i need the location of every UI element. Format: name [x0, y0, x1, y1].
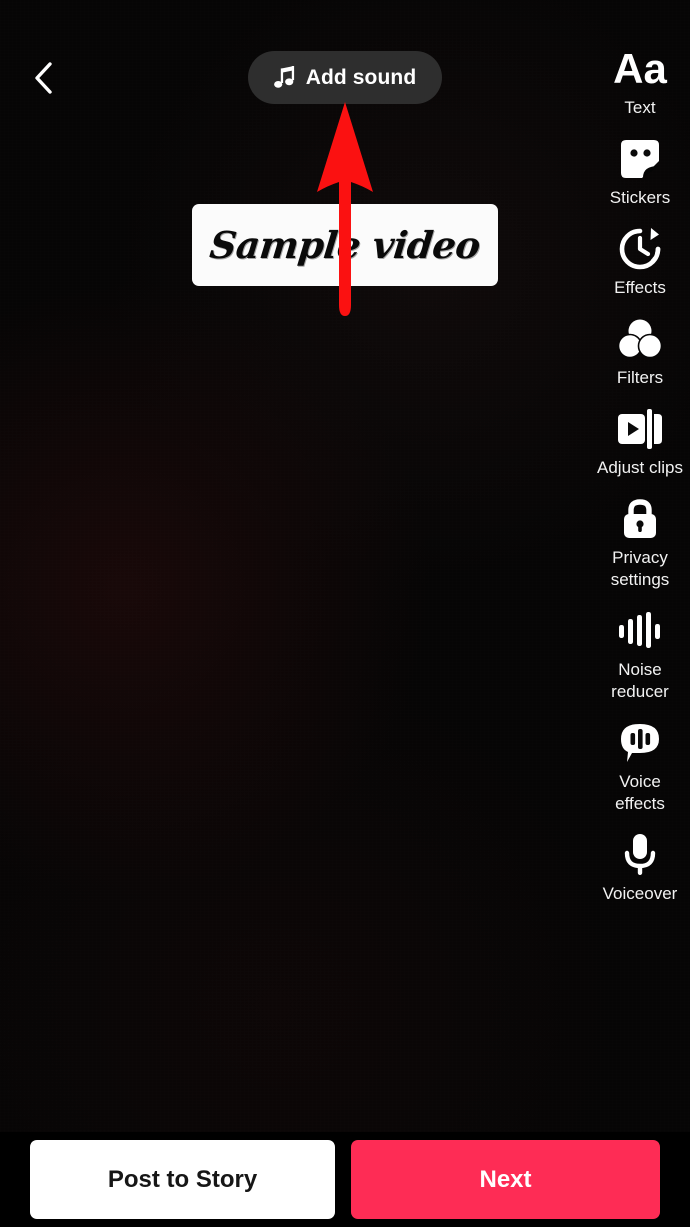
lock-icon — [624, 499, 656, 538]
chevron-left-icon — [35, 62, 52, 94]
sidebar-item-label: Stickers — [609, 188, 671, 207]
sidebar-item-noise-reducer[interactable]: Noise reducer — [590, 607, 690, 703]
text-aa-icon: Aa — [613, 45, 667, 92]
next-button[interactable]: Next — [351, 1140, 660, 1219]
sidebar-item-label: Adjust clips — [597, 458, 683, 477]
sticker-icon — [621, 140, 659, 178]
post-to-story-button[interactable]: Post to Story — [30, 1140, 335, 1219]
sidebar-item-label: Privacy settings — [610, 548, 670, 589]
tiktok-video-editor-screen: Add sound Sample video Aa Text Stickers — [0, 0, 690, 1227]
sidebar-item-label: Filters — [616, 368, 664, 387]
sidebar-item-label: Effects — [614, 278, 666, 297]
add-sound-label: Add sound — [305, 65, 417, 89]
add-sound-button[interactable]: Add sound — [248, 51, 442, 104]
sidebar-item-filters[interactable]: Filters — [590, 315, 690, 389]
music-note-icon — [273, 66, 294, 88]
voice-effects-bubble-icon — [621, 724, 659, 762]
effects-clock-icon — [619, 228, 661, 270]
sidebar-item-label: Text — [624, 98, 656, 117]
sidebar-item-voice-effects[interactable]: Voice effects — [590, 719, 690, 815]
sidebar-item-label: Noise reducer — [611, 660, 669, 701]
sidebar-item-privacy-settings[interactable]: Privacy settings — [590, 495, 690, 591]
bottom-action-bar: Post to Story Next — [0, 1132, 690, 1227]
sidebar-item-adjust-clips[interactable]: Adjust clips — [590, 405, 690, 479]
annotation-arrow-up — [317, 102, 373, 316]
filters-circles-icon — [617, 319, 663, 359]
sidebar-item-label: Voiceover — [602, 884, 678, 903]
adjust-clips-icon — [618, 409, 662, 449]
sidebar-item-text[interactable]: Aa Text — [590, 45, 690, 119]
sidebar-item-stickers[interactable]: Stickers — [590, 135, 690, 209]
sidebar-item-voiceover[interactable]: Voiceover — [590, 831, 690, 905]
microphone-icon — [624, 834, 656, 875]
sidebar-item-effects[interactable]: Effects — [590, 225, 690, 299]
editor-tools-sidebar: Aa Text Stickers Effects Filters Adjust … — [590, 45, 690, 921]
waveform-icon — [619, 612, 660, 648]
back-button[interactable] — [18, 52, 70, 104]
sidebar-item-label: Voice effects — [615, 772, 665, 813]
